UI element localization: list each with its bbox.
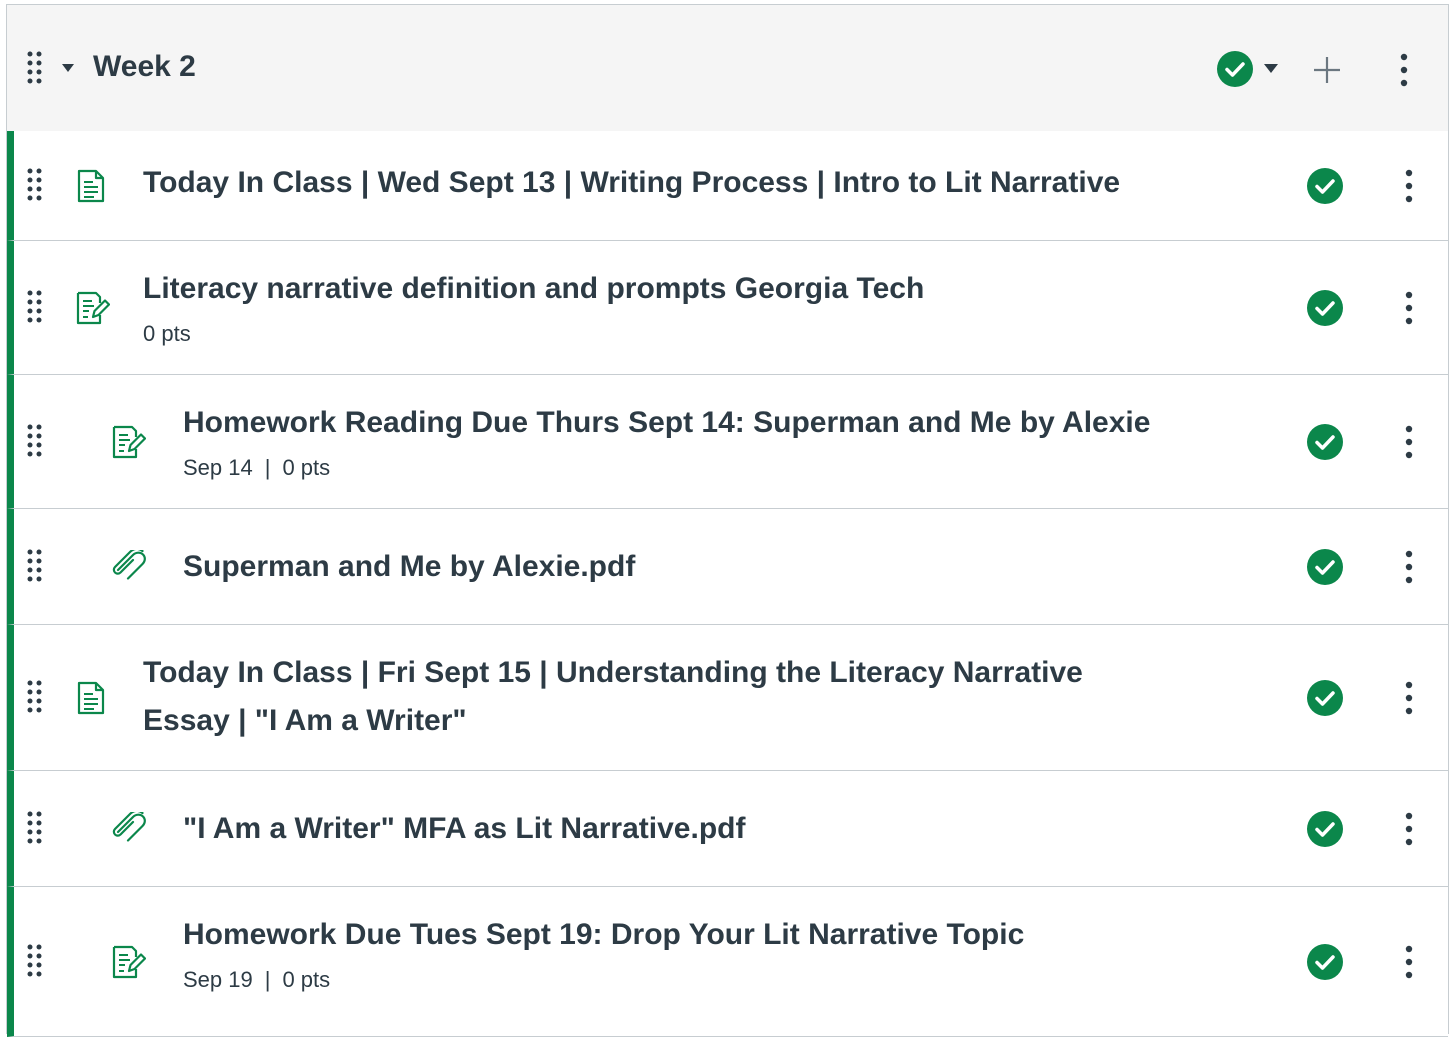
kebab-menu-icon[interactable] bbox=[1404, 169, 1414, 203]
item-title-line: Homework Reading Due Thurs Sept 14: Supe… bbox=[183, 406, 1151, 439]
check-circle-icon[interactable] bbox=[1216, 50, 1254, 88]
check-circle-icon[interactable] bbox=[1306, 679, 1344, 717]
assignment-icon bbox=[112, 945, 146, 979]
details-separator: | bbox=[264, 455, 271, 480]
item-title-link[interactable]: Homework Due Tues Sept 19: Drop Your Lit… bbox=[183, 911, 1024, 959]
item-title-line: Homework Due Tues Sept 19: Drop Your Lit… bbox=[183, 918, 1025, 951]
check-circle-icon[interactable] bbox=[1306, 289, 1344, 327]
check-circle-icon[interactable] bbox=[1306, 810, 1344, 848]
attachment-icon bbox=[112, 550, 148, 580]
module-item-row[interactable]: Superman and Me by Alexie.pdf bbox=[7, 509, 1448, 625]
kebab-menu-icon[interactable] bbox=[1404, 425, 1414, 459]
item-title-line: Essay | "I Am a Writer" bbox=[143, 704, 467, 737]
item-title-line: Literacy narrative definition and prompt… bbox=[143, 272, 925, 305]
item-title-link[interactable]: Today In Class | Fri Sept 15 | Understan… bbox=[143, 649, 1083, 745]
drag-handle-icon[interactable] bbox=[27, 944, 43, 980]
check-circle-icon[interactable] bbox=[1306, 167, 1344, 205]
module-item-row[interactable]: "I Am a Writer" MFA as Lit Narrative.pdf bbox=[7, 771, 1448, 887]
module-week-2: Week 2 Today In Class | Wed Sept 13 | Wr… bbox=[6, 4, 1449, 1037]
assignment-icon bbox=[112, 425, 146, 459]
kebab-menu-icon[interactable] bbox=[1404, 550, 1414, 584]
attachment-icon bbox=[112, 812, 148, 842]
item-details: Sep 14 | 0 pts bbox=[183, 455, 330, 481]
module-item-row[interactable]: Homework Due Tues Sept 19: Drop Your Lit… bbox=[7, 887, 1448, 1037]
item-details: 0 pts bbox=[143, 321, 191, 347]
kebab-menu-icon[interactable] bbox=[1399, 53, 1409, 87]
assignment-icon bbox=[76, 291, 110, 325]
item-due-date: Sep 14 bbox=[183, 455, 253, 480]
drag-handle-icon[interactable] bbox=[27, 424, 43, 460]
drag-handle-icon[interactable] bbox=[27, 811, 43, 847]
drag-handle-icon[interactable] bbox=[27, 168, 43, 204]
check-circle-icon[interactable] bbox=[1306, 943, 1344, 981]
drag-handle-icon[interactable] bbox=[27, 51, 43, 87]
module-item-row[interactable]: Homework Reading Due Thurs Sept 14: Supe… bbox=[7, 375, 1448, 509]
module-item-row[interactable]: Today In Class | Fri Sept 15 | Understan… bbox=[7, 625, 1448, 771]
publish-menu-caret-icon[interactable] bbox=[1264, 64, 1278, 73]
plus-icon[interactable] bbox=[1312, 55, 1342, 85]
drag-handle-icon[interactable] bbox=[27, 549, 43, 585]
item-title-line: Today In Class | Fri Sept 15 | Understan… bbox=[143, 656, 1083, 689]
module-header[interactable]: Week 2 bbox=[7, 5, 1448, 132]
details-separator: | bbox=[264, 967, 271, 992]
module-item-row[interactable]: Today In Class | Wed Sept 13 | Writing P… bbox=[7, 131, 1448, 241]
item-title-link[interactable]: Today In Class | Wed Sept 13 | Writing P… bbox=[143, 159, 1120, 207]
check-circle-icon[interactable] bbox=[1306, 423, 1344, 461]
drag-handle-icon[interactable] bbox=[27, 290, 43, 326]
module-title: Week 2 bbox=[93, 50, 196, 83]
item-points: 0 pts bbox=[143, 321, 191, 346]
page-icon bbox=[76, 169, 106, 203]
module-item-row[interactable]: Literacy narrative definition and prompt… bbox=[7, 241, 1448, 375]
kebab-menu-icon[interactable] bbox=[1404, 945, 1414, 979]
item-title-link[interactable]: Literacy narrative definition and prompt… bbox=[143, 265, 924, 313]
caret-down-icon[interactable] bbox=[62, 64, 74, 72]
item-title-line: Today In Class | Wed Sept 13 | Writing P… bbox=[143, 166, 1121, 199]
item-title-line: "I Am a Writer" MFA as Lit Narrative.pdf bbox=[183, 812, 746, 845]
page-icon bbox=[76, 681, 106, 715]
drag-handle-icon[interactable] bbox=[27, 680, 43, 716]
item-details: Sep 19 | 0 pts bbox=[183, 967, 330, 993]
kebab-menu-icon[interactable] bbox=[1404, 812, 1414, 846]
item-title-line: Superman and Me by Alexie.pdf bbox=[183, 550, 636, 583]
item-points: 0 pts bbox=[282, 967, 331, 992]
item-title-link[interactable]: Superman and Me by Alexie.pdf bbox=[183, 543, 635, 591]
item-due-date: Sep 19 bbox=[183, 967, 253, 992]
item-title-link[interactable]: "I Am a Writer" MFA as Lit Narrative.pdf bbox=[183, 805, 745, 853]
kebab-menu-icon[interactable] bbox=[1404, 681, 1414, 715]
item-title-link[interactable]: Homework Reading Due Thurs Sept 14: Supe… bbox=[183, 399, 1150, 447]
kebab-menu-icon[interactable] bbox=[1404, 291, 1414, 325]
item-points: 0 pts bbox=[282, 455, 331, 480]
check-circle-icon[interactable] bbox=[1306, 548, 1344, 586]
